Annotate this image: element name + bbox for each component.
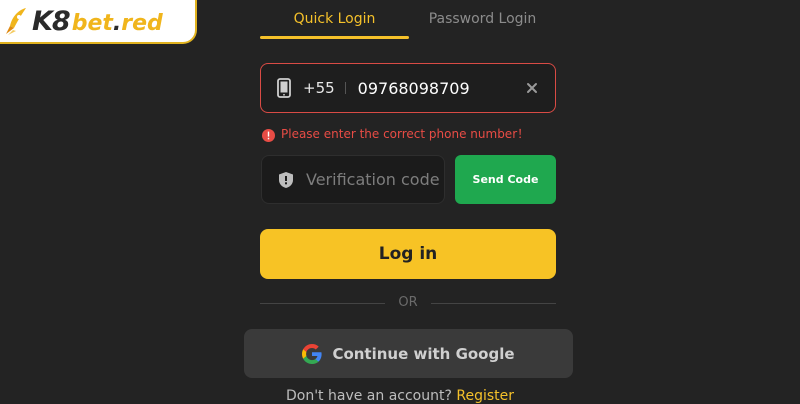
or-divider-label: OR [398,295,418,310]
tab-password-login[interactable]: Password Login [409,0,556,38]
rocket-icon [4,6,30,36]
phone-number-input[interactable] [357,78,518,98]
brand-logo[interactable]: K8 bet.red [0,0,197,44]
register-prompt-text: Don't have an account? [285,388,457,404]
logo-domain-text: bet.red [72,11,163,36]
tab-quick-login[interactable]: Quick Login [260,0,409,38]
active-tab-indicator [260,36,409,39]
phone-error-message: Please enter the correct phone number！ [262,124,529,142]
verification-code-input[interactable] [306,170,444,189]
divider-line-right [431,303,556,304]
google-icon [302,343,323,364]
login-button[interactable]: Log in [260,229,556,279]
logo-suffix: bet [71,10,113,36]
logo-dot: . [112,10,122,36]
close-icon[interactable] [525,80,539,94]
send-code-button[interactable]: Send Code [455,155,556,204]
shield-icon [278,171,294,189]
country-code-divider [344,82,346,94]
error-icon [262,127,275,142]
logo-k8-text: K8 [32,5,71,37]
phone-icon [277,78,291,98]
verification-code-field[interactable] [261,155,445,204]
register-link[interactable]: Register [456,388,514,404]
divider-line-left [260,303,385,304]
google-button-label: Continue with Google [332,344,515,363]
country-code-select[interactable]: +55 [303,79,335,97]
continue-with-google-button[interactable]: Continue with Google [244,329,573,378]
error-text: Please enter the correct phone number！ [281,126,530,141]
register-prompt: Don't have an account? Register [0,388,800,404]
logo-tld: red [121,10,163,36]
phone-field[interactable]: +55 [260,63,556,113]
